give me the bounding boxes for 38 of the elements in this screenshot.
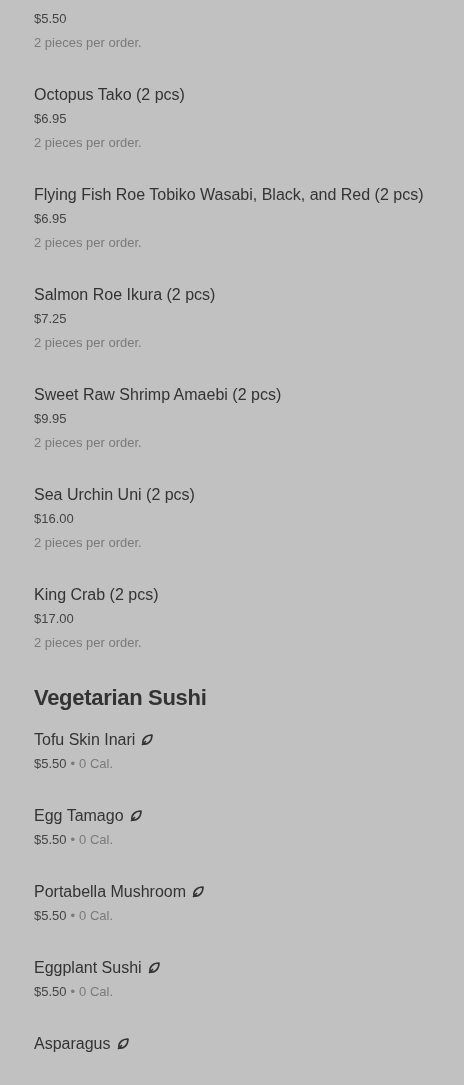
item-description: 2 pieces per order. bbox=[34, 534, 143, 552]
item-name[interactable]: Flying Fish Roe Tobiko Wasabi, Black, and Red (2 pcs) bbox=[34, 183, 424, 207]
item-price: $5.50 bbox=[34, 832, 67, 847]
item-name[interactable]: Salmon Roe Ikura (2 pcs) bbox=[34, 283, 216, 307]
item-name[interactable]: Octopus Tako (2 pcs) bbox=[34, 83, 185, 107]
item-name[interactable]: Asparagus bbox=[34, 1032, 111, 1056]
item-name[interactable]: Eggplant Sushi bbox=[34, 956, 142, 980]
separator-dot: • bbox=[70, 908, 76, 923]
separator-dot: • bbox=[70, 756, 76, 771]
item-calories: 0 Cal. bbox=[79, 908, 114, 923]
item-price: $17.00 bbox=[34, 611, 74, 626]
item-description: 2 pieces per order. bbox=[34, 234, 143, 252]
section-heading: Vegetarian Sushi bbox=[34, 684, 208, 712]
item-calories: 0 Cal. bbox=[79, 832, 114, 847]
item-price: $5.50 bbox=[34, 984, 67, 999]
separator-dot: • bbox=[70, 984, 76, 999]
item-name[interactable]: Sea Urchin Uni (2 pcs) bbox=[34, 483, 195, 507]
item-name[interactable]: Egg Tamago bbox=[34, 804, 124, 828]
separator-dot: • bbox=[70, 832, 76, 847]
item-name[interactable]: King Crab (2 pcs) bbox=[34, 583, 159, 607]
item-price: $5.50 bbox=[34, 908, 67, 923]
item-price: $7.25 bbox=[34, 311, 67, 326]
item-description: 2 pieces per order. bbox=[34, 134, 143, 152]
item-price: $6.95 bbox=[34, 111, 67, 126]
item-name[interactable]: Portabella Mushroom bbox=[34, 880, 187, 904]
item-name[interactable]: Sweet Raw Shrimp Amaebi (2 pcs) bbox=[34, 383, 282, 407]
item-price: $9.95 bbox=[34, 411, 67, 426]
item-description: 2 pieces per order. bbox=[34, 34, 143, 52]
item-calories: 0 Cal. bbox=[79, 756, 114, 771]
item-description: 2 pieces per order. bbox=[34, 334, 143, 352]
item-description: 2 pieces per order. bbox=[34, 434, 143, 452]
item-price: $5.50 bbox=[34, 11, 67, 26]
item-price: $5.50 bbox=[34, 756, 67, 771]
item-price: $16.00 bbox=[34, 511, 74, 526]
item-description: 2 pieces per order. bbox=[34, 634, 143, 652]
item-price: $6.95 bbox=[34, 211, 67, 226]
item-calories: 0 Cal. bbox=[79, 984, 114, 999]
item-name[interactable]: Tofu Skin Inari bbox=[34, 728, 136, 752]
